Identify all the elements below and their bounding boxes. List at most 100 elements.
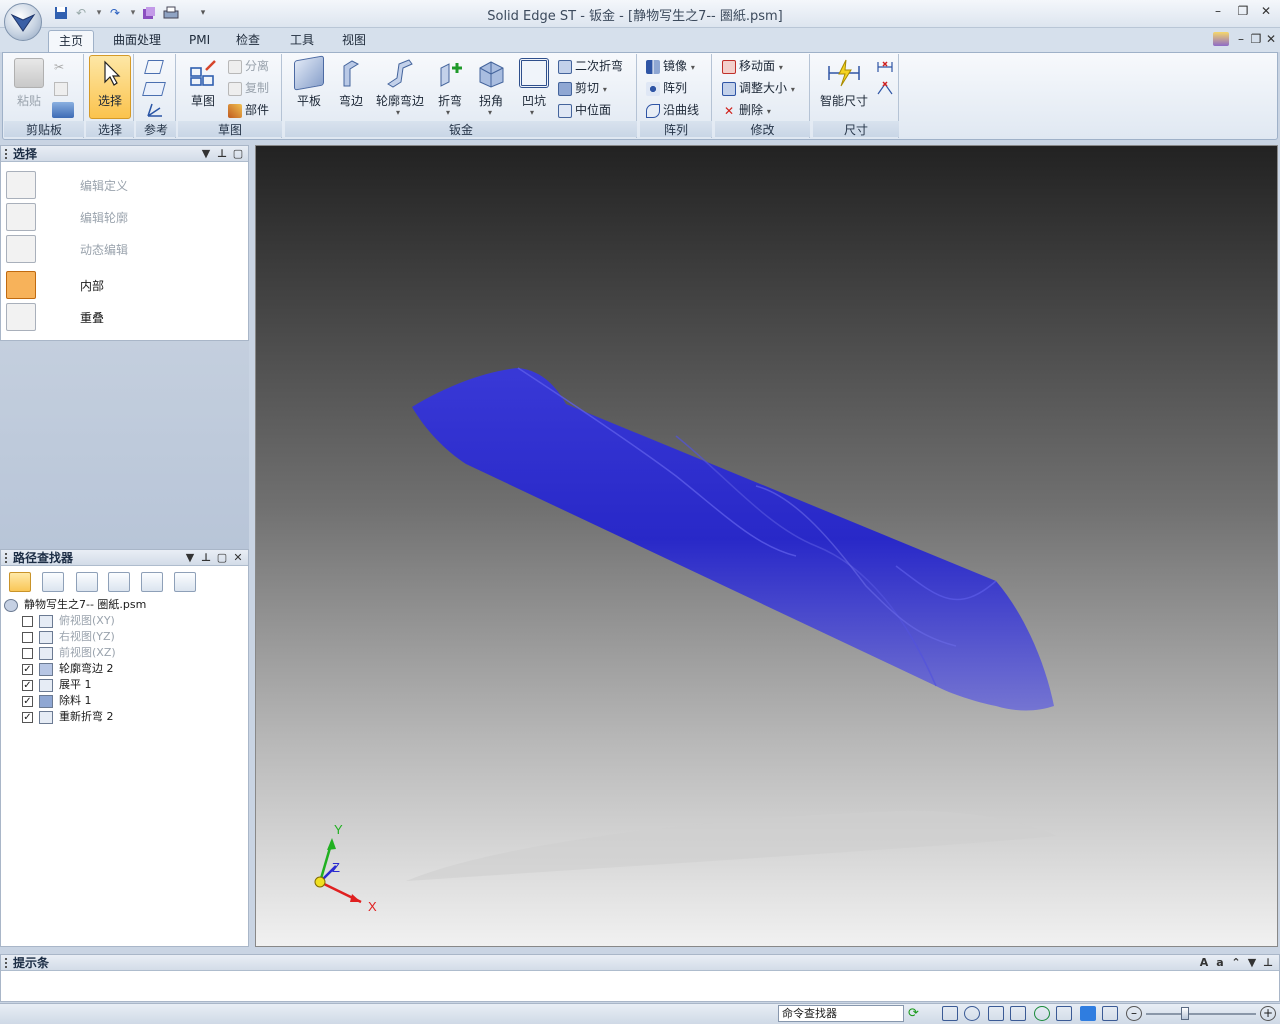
fold-dropdown-icon[interactable]: ▾ <box>446 108 450 117</box>
angle-dimension-icon[interactable] <box>876 80 894 96</box>
select-button[interactable]: 选择 <box>89 55 131 119</box>
visibility-checkbox[interactable]: ✓ <box>22 663 33 675</box>
visibility-checkbox[interactable] <box>22 615 33 627</box>
view-orientation-icon[interactable] <box>1102 1006 1118 1021</box>
font-increase-icon[interactable]: A <box>1197 955 1211 971</box>
paste-special-icon[interactable] <box>52 102 74 118</box>
sheetmetal-tube-model[interactable] <box>412 368 1054 711</box>
paste-button[interactable]: 粘贴 <box>8 56 50 118</box>
zone-icon[interactable] <box>174 572 196 592</box>
corner-dropdown-icon[interactable]: ▾ <box>488 108 492 117</box>
panel-close-icon[interactable]: ✕ <box>231 550 245 566</box>
dimple-dropdown-icon[interactable]: ▾ <box>530 108 534 117</box>
panel-maximize-icon[interactable]: ▢ <box>231 146 245 162</box>
flange-button[interactable]: 弯边 <box>332 56 370 118</box>
doc-close-icon[interactable]: ✕ <box>1262 32 1280 48</box>
panel-pin-icon[interactable]: ⊥ <box>215 146 229 162</box>
coincident-plane-icon[interactable] <box>142 82 166 96</box>
sketch-button[interactable]: 草图 <box>182 56 224 118</box>
panel-dropdown-icon[interactable]: ▼ <box>1245 955 1259 971</box>
help-icon[interactable] <box>1213 32 1229 46</box>
copy-feature-button[interactable]: 复制 <box>228 78 269 98</box>
close-icon[interactable]: ✕ <box>1257 4 1275 20</box>
minimize-icon[interactable]: – <box>1209 4 1227 20</box>
contour-flange-dropdown-icon[interactable]: ▾ <box>396 108 400 117</box>
array-button[interactable]: 阵列 <box>646 78 687 98</box>
visibility-checkbox[interactable] <box>22 631 33 643</box>
panel-dropdown-icon[interactable]: ▼ <box>183 550 197 566</box>
zoom-slider-track[interactable] <box>1146 1013 1256 1015</box>
shaded-view-icon[interactable] <box>1080 1006 1096 1021</box>
tab-pmi[interactable]: PMI <box>179 30 220 52</box>
pan-icon[interactable] <box>1010 1006 1026 1021</box>
tree-item-flatten[interactable]: ✓ 展平 1 <box>22 676 92 692</box>
move-face-button[interactable]: 移动面 ▾ <box>722 56 783 76</box>
tab-inspect[interactable]: 检查 <box>226 30 270 52</box>
tree-item-cut[interactable]: ✓ 除料 1 <box>22 692 92 708</box>
delete-dropdown-icon[interactable]: ▾ <box>767 107 771 116</box>
tree-item-contour-flange[interactable]: ✓ 轮廓弯边 2 <box>22 660 114 676</box>
select-option-dynamic-edit[interactable]: 动态编辑 <box>6 235 246 263</box>
resize-dropdown-icon[interactable]: ▾ <box>791 85 795 94</box>
visibility-checkbox[interactable]: ✓ <box>22 679 33 691</box>
copy-icon[interactable] <box>54 82 68 96</box>
tree-item-top-view[interactable]: 俯视图(XY) <box>22 612 115 628</box>
visibility-checkbox[interactable]: ✓ <box>22 695 33 707</box>
graphics-viewport[interactable]: X Y Z <box>255 145 1278 947</box>
panel-pin-icon[interactable]: ⊥ <box>199 550 213 566</box>
spin-about-icon[interactable] <box>1056 1006 1072 1021</box>
relationship-icon[interactable] <box>76 572 98 592</box>
mirror-button[interactable]: 镜像 ▾ <box>646 56 695 76</box>
select-option-edit-definition[interactable]: 编辑定义 <box>6 171 246 199</box>
part-button[interactable]: 部件 <box>228 100 269 120</box>
layers-icon[interactable] <box>108 572 130 592</box>
tree-root[interactable]: 静物写生之7-- 圏紙.psm <box>4 596 146 612</box>
delete-button[interactable]: ✕ 删除 ▾ <box>722 100 771 120</box>
tab-home[interactable]: 主页 <box>48 30 95 52</box>
select-option-inside[interactable]: 内部 <box>6 271 246 299</box>
dimension-icon[interactable] <box>876 60 894 74</box>
tab-feature-button[interactable]: 平板 <box>290 55 328 118</box>
tree-item-right-view[interactable]: 右视图(YZ) <box>22 628 115 644</box>
font-decrease-icon[interactable]: a <box>1213 955 1227 971</box>
color-icon[interactable] <box>141 572 163 592</box>
tab-tools[interactable]: 工具 <box>280 30 324 52</box>
fit-icon[interactable] <box>988 1006 1004 1021</box>
zoom-area-icon[interactable] <box>942 1006 958 1021</box>
tab-surfacing[interactable]: 曲面处理 <box>103 30 171 52</box>
zoom-out-icon[interactable]: – <box>1126 1006 1142 1021</box>
zoom-slider-thumb[interactable] <box>1181 1007 1189 1020</box>
select-option-overlap[interactable]: 重叠 <box>6 303 246 331</box>
cut-icon[interactable]: ✂ <box>54 60 68 74</box>
command-finder-input[interactable]: 命令查找器 <box>778 1005 904 1022</box>
restore-icon[interactable]: ❐ <box>1234 4 1252 20</box>
mirror-dropdown-icon[interactable]: ▾ <box>691 63 695 72</box>
coordinate-system-icon[interactable] <box>144 102 164 118</box>
feature-tree-view-icon[interactable] <box>9 572 31 592</box>
cut-dropdown-icon[interactable]: ▾ <box>603 85 607 94</box>
zoom-in-icon[interactable]: + <box>1260 1006 1276 1021</box>
tree-item-front-view[interactable]: 前视图(XZ) <box>22 644 116 660</box>
command-finder-go-icon[interactable]: ⟳ <box>908 1006 924 1021</box>
collapse-icon[interactable]: ⌃ <box>1229 955 1243 971</box>
resize-button[interactable]: 调整大小 ▾ <box>722 78 795 98</box>
display-pane-icon[interactable] <box>42 572 64 592</box>
smart-dimension-button[interactable]: 智能尺寸 <box>816 56 872 118</box>
move-face-dropdown-icon[interactable]: ▾ <box>779 63 783 72</box>
secondary-fold-button[interactable]: 二次折弯 <box>558 56 623 76</box>
application-menu-button[interactable] <box>4 3 42 41</box>
model-view[interactable]: X Y Z <box>256 146 1278 947</box>
midplane-button[interactable]: 中位面 <box>558 100 611 120</box>
visibility-checkbox[interactable]: ✓ <box>22 711 33 723</box>
tree-item-rebend[interactable]: ✓ 重新折弯 2 <box>22 708 114 724</box>
visibility-checkbox[interactable] <box>22 647 33 659</box>
select-option-edit-profile[interactable]: 编辑轮廓 <box>6 203 246 231</box>
panel-dropdown-icon[interactable]: ▼ <box>199 146 213 162</box>
along-curve-button[interactable]: 沿曲线 <box>646 100 699 120</box>
separate-button[interactable]: 分离 <box>228 56 269 76</box>
zoom-icon[interactable] <box>964 1006 980 1021</box>
cut-button[interactable]: 剪切 ▾ <box>558 78 607 98</box>
panel-maximize-icon[interactable]: ▢ <box>215 550 229 566</box>
tab-view[interactable]: 视图 <box>332 30 376 52</box>
panel-pin-icon[interactable]: ⊥ <box>1261 955 1275 971</box>
